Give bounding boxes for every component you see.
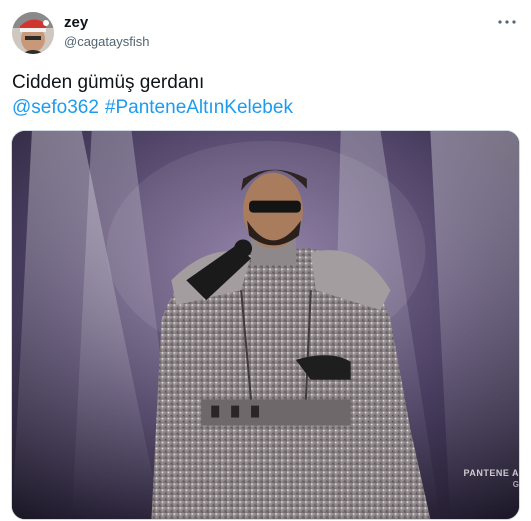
tweet-card[interactable]: zey @cagataysfish Cidden gümüş gerdanı @… <box>0 0 531 521</box>
author-handle[interactable]: @cagataysfish <box>64 33 149 51</box>
media-watermark: PANTENE A <box>463 468 519 478</box>
more-horizontal-icon <box>498 20 516 24</box>
tweet-media[interactable]: PANTENE A G <box>11 130 520 520</box>
tweet-text-line: Cidden gümüş gerdanı <box>12 72 205 93</box>
author-info: zey @cagataysfish <box>64 14 149 51</box>
mention-link[interactable]: @sefo362 <box>12 97 99 118</box>
performer-photo <box>12 131 519 519</box>
tweet-text: Cidden gümüş gerdanı @sefo362 #PanteneAlt… <box>12 70 517 120</box>
avatar[interactable] <box>12 12 54 54</box>
media-watermark-secondary: G <box>512 480 519 489</box>
tweet-links-line: @sefo362 #PanteneAltınKelebek <box>12 95 517 120</box>
author-name[interactable]: zey <box>64 14 149 32</box>
avatar-image <box>12 12 54 54</box>
hashtag-link[interactable]: #PanteneAltınKelebek <box>105 97 293 118</box>
more-icon[interactable] <box>497 12 517 32</box>
